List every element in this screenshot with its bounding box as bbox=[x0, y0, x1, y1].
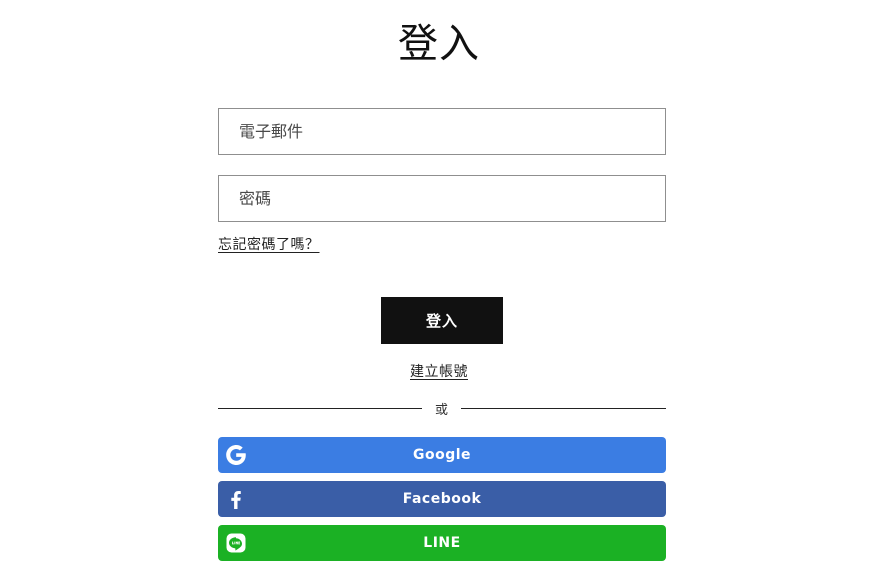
email-field-container bbox=[218, 108, 666, 155]
google-label: Google bbox=[412, 447, 472, 463]
create-account-row: 建立帳號 bbox=[0, 361, 878, 381]
line-icon bbox=[226, 533, 246, 553]
facebook-label: Facebook bbox=[402, 491, 482, 507]
password-field-container bbox=[218, 175, 666, 222]
login-button[interactable]: 登入 bbox=[381, 297, 503, 344]
line-login-button[interactable]: LINE bbox=[218, 525, 666, 561]
create-account-link[interactable]: 建立帳號 bbox=[410, 364, 468, 380]
line-label: LINE bbox=[423, 535, 461, 551]
google-icon bbox=[226, 445, 246, 465]
google-login-button[interactable]: Google bbox=[218, 437, 666, 473]
page-title: 登入 bbox=[398, 21, 480, 67]
facebook-icon bbox=[231, 491, 241, 509]
login-page: 登入 忘記密碼了嗎？ 登入 建立帳號 或 Google Facebook bbox=[0, 0, 878, 581]
forgot-password-link[interactable]: 忘記密碼了嗎？ bbox=[218, 234, 320, 254]
or-divider: 或 bbox=[218, 398, 666, 418]
facebook-login-button[interactable]: Facebook bbox=[218, 481, 666, 517]
email-field[interactable] bbox=[219, 109, 665, 154]
password-field[interactable] bbox=[219, 176, 665, 221]
divider-line-left bbox=[218, 408, 422, 409]
divider-line-right bbox=[461, 408, 666, 409]
divider-text: 或 bbox=[434, 403, 448, 418]
